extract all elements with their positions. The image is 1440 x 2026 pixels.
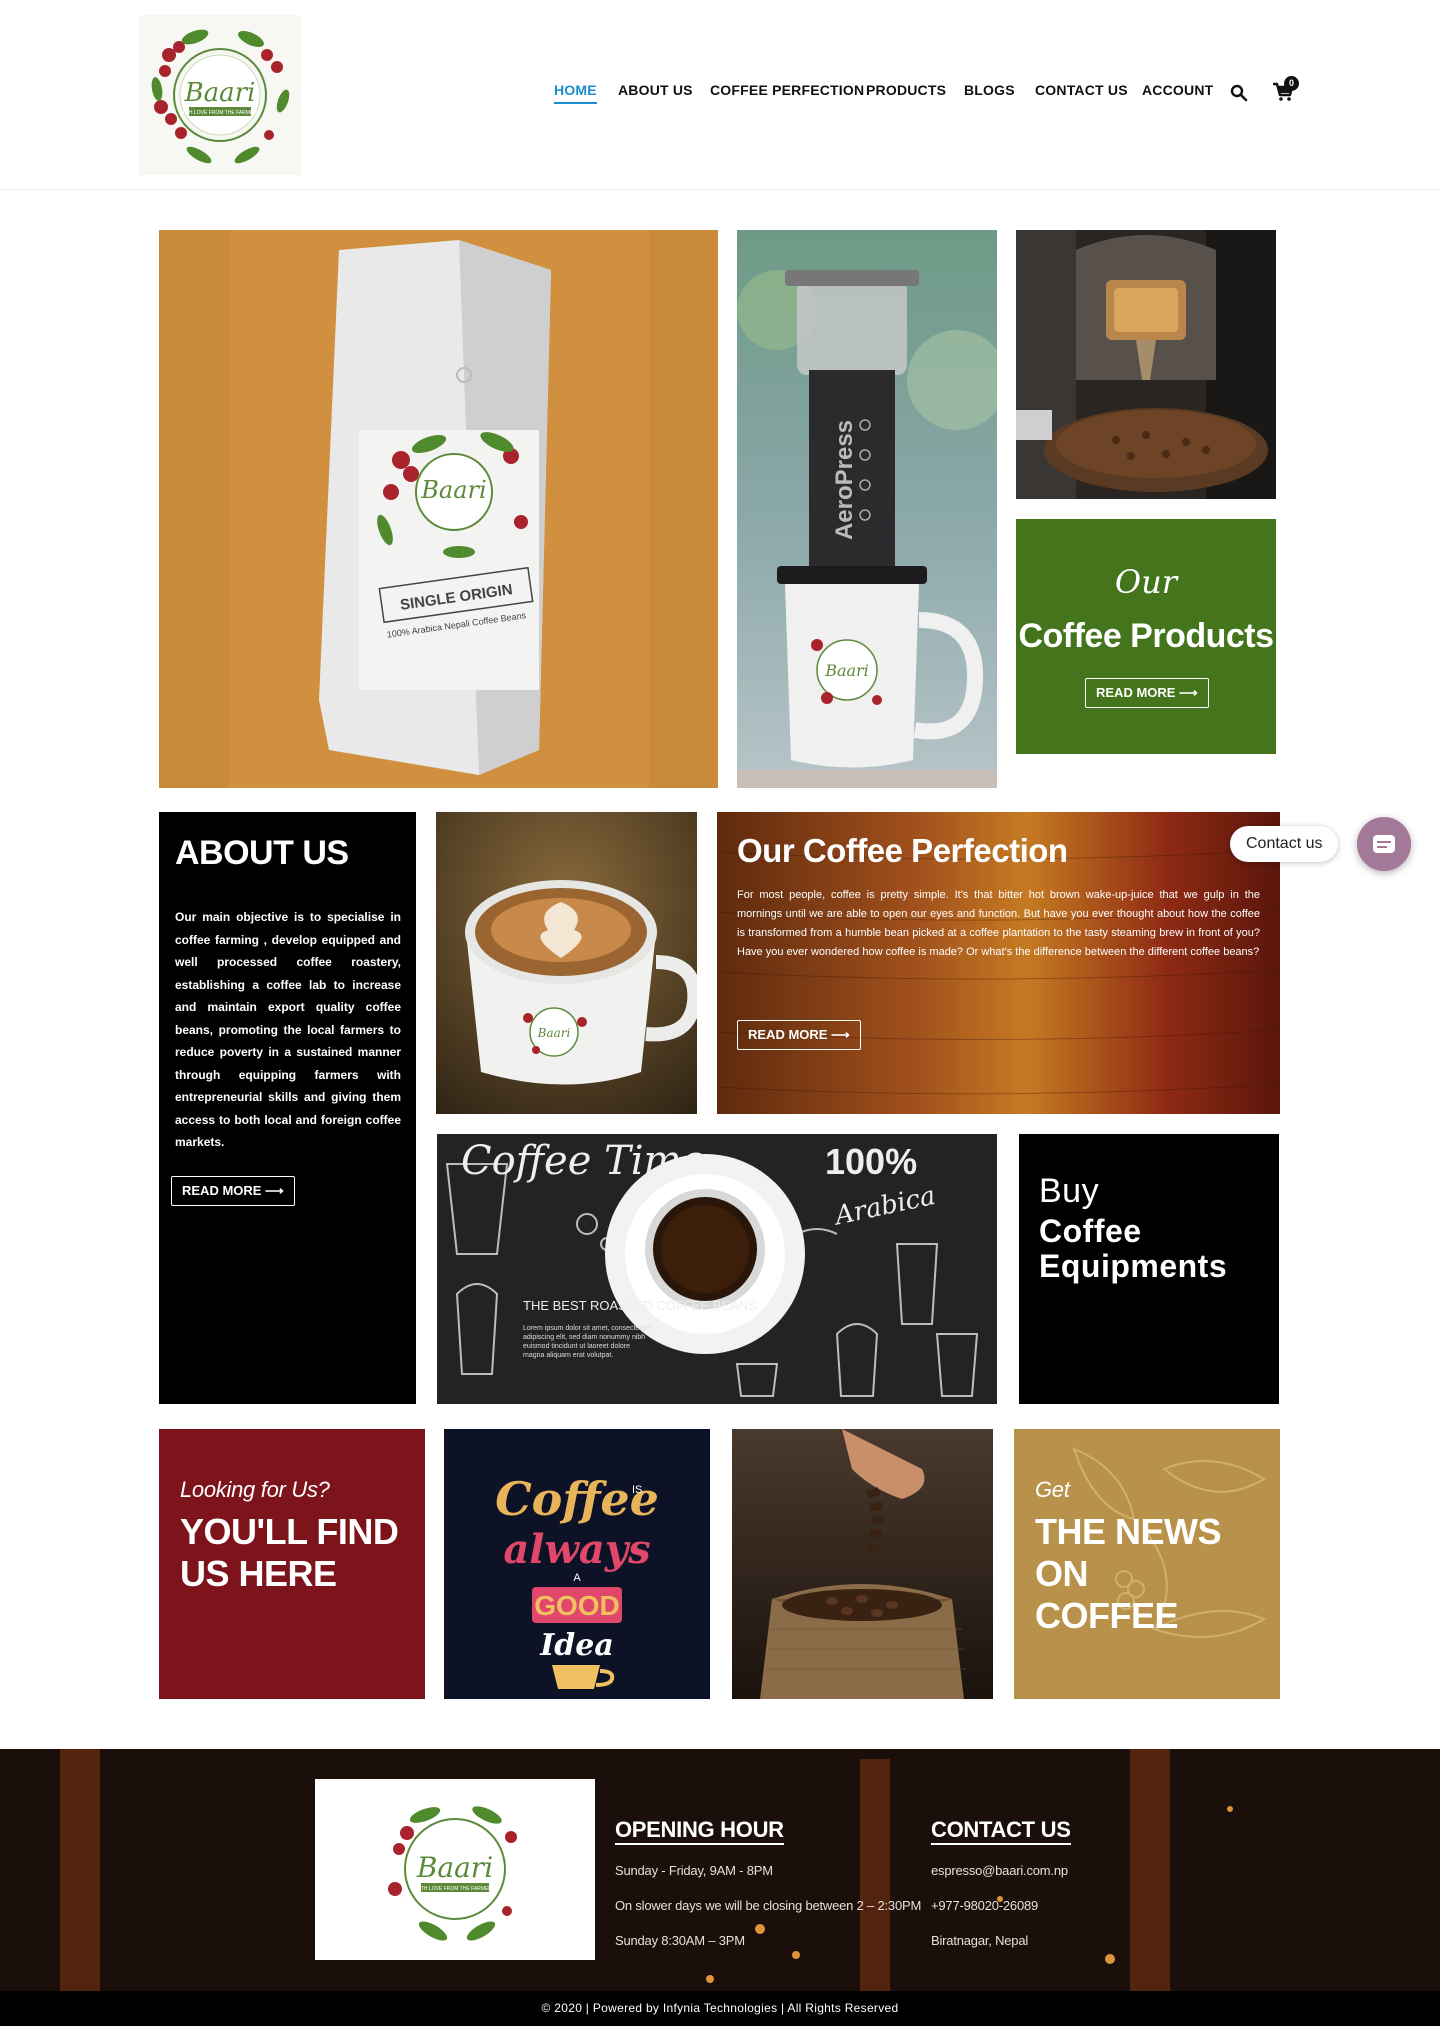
svg-text:Baari: Baari: [824, 661, 869, 680]
contact-us-pill[interactable]: Contact us: [1230, 826, 1339, 862]
coffee-beans-sack-image[interactable]: [732, 1429, 993, 1699]
nav-account[interactable]: ACCOUNT: [1142, 82, 1213, 98]
contact-phone-link[interactable]: +977-98020-26089: [931, 1898, 1071, 1913]
svg-text:Baari: Baari: [420, 476, 486, 504]
site-logo[interactable]: Baari WITH LOVE FROM THE FARMERS: [139, 15, 301, 175]
nav-products[interactable]: PRODUCTS: [866, 82, 946, 98]
find-us-card[interactable]: Looking for Us? YOU'LL FIND US HERE: [159, 1429, 425, 1699]
svg-text:Baari: Baari: [416, 1851, 493, 1884]
opening-line: Sunday - Friday, 9AM - 8PM: [615, 1863, 773, 1878]
coffee-bag-image[interactable]: Baari SINGLE ORIGIN 100% Arabica Nepali …: [159, 230, 718, 788]
cart-count-badge: 0: [1284, 76, 1299, 91]
svg-text:Coffee: Coffee: [495, 1472, 659, 1526]
svg-text:A: A: [573, 1572, 581, 1584]
nav-blogs[interactable]: BLOGS: [964, 82, 1015, 98]
aeropress-mug-image[interactable]: AeroPress Baari: [737, 230, 997, 788]
products-script-label: Our: [1114, 563, 1178, 601]
perfection-title: Our Coffee Perfection: [737, 832, 1068, 869]
equip-line-buy: Buy: [1039, 1172, 1100, 1210]
coffee-good-idea-image[interactable]: Coffee IS always A GOOD Idea: [444, 1429, 710, 1699]
find-us-title: YOU'LL FIND US HERE: [180, 1511, 399, 1594]
svg-text:Baari: Baari: [537, 1026, 571, 1040]
svg-text:100%: 100%: [825, 1141, 917, 1182]
opening-line: On slower days we will be closing betwee…: [615, 1898, 922, 1913]
contact-column: CONTACT US espresso@baari.com.np +977-98…: [931, 1817, 1071, 1948]
svg-text:WITH LOVE FROM THE FARMERS: WITH LOVE FROM THE FARMERS: [180, 110, 261, 116]
about-text: Our main objective is to specialise in c…: [175, 910, 401, 1149]
svg-text:WITH LOVE FROM THE FARMERS: WITH LOVE FROM THE FARMERS: [415, 1886, 496, 1892]
coffee-products-card[interactable]: Our Coffee Products READ MORE ⟶: [1016, 519, 1276, 754]
find-us-small-label: Looking for Us?: [180, 1477, 330, 1502]
nav-coffee-perfection[interactable]: COFFEE PERFECTION: [710, 82, 864, 98]
perfection-read-more-button[interactable]: READ MORE ⟶: [737, 1020, 861, 1050]
chat-fab-button[interactable]: [1357, 817, 1411, 871]
products-title: Coffee Products: [1018, 617, 1274, 655]
svg-text:GOOD: GOOD: [534, 1590, 620, 1621]
about-us-card: ABOUT US Our main objective is to specia…: [159, 812, 416, 1404]
opening-hours-column: OPENING HOUR Sunday - Friday, 9AM - 8PM …: [615, 1817, 921, 1948]
coffee-equipments-card[interactable]: Buy Coffee Equipments: [1019, 1134, 1279, 1404]
contact-title: CONTACT US: [931, 1817, 1071, 1845]
about-title: ABOUT US: [175, 834, 349, 872]
footer-logo[interactable]: Baari WITH LOVE FROM THE FARMERS: [315, 1779, 595, 1960]
coffee-news-card[interactable]: Get THE NEWS ON COFFEE: [1014, 1429, 1280, 1699]
opening-line: Sunday 8:30AM – 3PM: [615, 1933, 745, 1948]
svg-text:Baari: Baari: [184, 78, 256, 108]
coffee-roaster-image[interactable]: [1016, 230, 1276, 499]
contact-email-link[interactable]: espresso@baari.com.np: [931, 1863, 1071, 1878]
svg-text:AeroPress: AeroPress: [831, 420, 858, 540]
perfection-text: For most people, coffee is pretty simple…: [737, 889, 1260, 958]
coffee-perfection-card: Our Coffee Perfection For most people, c…: [717, 812, 1280, 1114]
svg-text:IS: IS: [632, 1484, 642, 1496]
copyright-bar: © 2020 | Powered by Infynia Technologies…: [0, 1991, 1440, 2026]
svg-text:always: always: [503, 1526, 650, 1573]
news-small-label: Get: [1035, 1477, 1070, 1502]
nav-contact-us[interactable]: CONTACT US: [1035, 82, 1128, 98]
contact-address: Biratnagar, Nepal: [931, 1933, 1029, 1948]
nav-home[interactable]: HOME: [554, 82, 597, 104]
svg-text:THE BEST ROASTED COFFEE BEANS: THE BEST ROASTED COFFEE BEANS: [523, 1298, 757, 1313]
latte-cup-image[interactable]: Baari: [436, 812, 697, 1114]
coffee-time-banner[interactable]: Coffee Time 100% Arabica THE BEST ROASTE…: [437, 1134, 997, 1404]
nav-about-us[interactable]: ABOUT US: [618, 82, 693, 98]
search-icon[interactable]: [1230, 84, 1248, 102]
opening-hours-title: OPENING HOUR: [615, 1817, 784, 1845]
chat-icon: [1373, 835, 1395, 853]
products-read-more-button[interactable]: READ MORE ⟶: [1085, 678, 1209, 708]
site-header: Baari WITH LOVE FROM THE FARMERS HOME AB…: [0, 0, 1440, 190]
equip-line-coffee: Coffee Equipments: [1039, 1213, 1228, 1284]
about-read-more-button[interactable]: READ MORE ⟶: [171, 1176, 295, 1206]
site-footer: Baari WITH LOVE FROM THE FARMERS OPENING…: [0, 1749, 1440, 1991]
svg-text:Idea: Idea: [539, 1628, 614, 1663]
news-title: THE NEWS ON COFFEE: [1035, 1511, 1222, 1636]
